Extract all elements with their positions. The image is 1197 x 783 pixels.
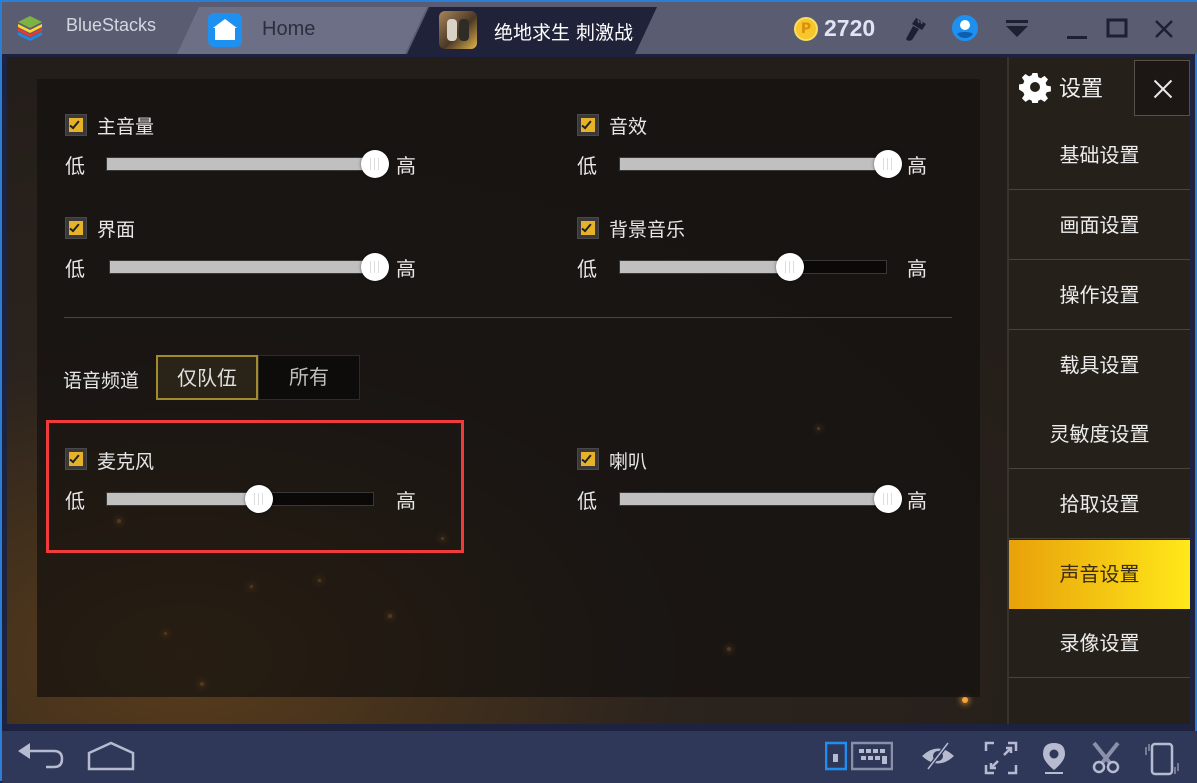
coin-count[interactable]: 2720 — [824, 15, 875, 42]
sfx-low-label: 低 — [577, 154, 597, 178]
master-high-label: 高 — [396, 154, 416, 178]
game-icon — [439, 11, 477, 49]
voice-channel-label: 语音频道 — [63, 370, 140, 392]
close-icon[interactable] — [1149, 14, 1179, 44]
close-settings-button[interactable] — [1134, 60, 1190, 116]
bgm-low-label: 低 — [577, 257, 597, 281]
slider-thumb[interactable] — [361, 150, 389, 178]
sfx-label: 音效 — [609, 116, 648, 138]
sidebar-item-sensitivity[interactable]: 灵敏度设置 — [1009, 400, 1190, 469]
slider-fill — [620, 261, 791, 273]
speaker-low-label: 低 — [577, 489, 597, 513]
sidebar-item-graphics[interactable]: 画面设置 — [1009, 191, 1190, 260]
speaker-label: 喇叭 — [609, 451, 648, 473]
slider-fill — [620, 158, 888, 170]
settings-title-text: 设置 — [1059, 77, 1104, 102]
speaker-slider[interactable] — [619, 485, 902, 513]
sidebar-item-vehicle[interactable]: 载具设置 — [1009, 331, 1190, 400]
keyboard-toggle-icon[interactable] — [825, 741, 847, 771]
sidebar-item-sound[interactable]: 声音设置 — [1009, 540, 1190, 609]
bgm-slider[interactable] — [619, 253, 887, 281]
section-divider — [64, 317, 952, 318]
bottom-toolbar — [2, 731, 1197, 783]
speaker-checkbox[interactable] — [577, 448, 599, 470]
user-icon[interactable] — [952, 15, 978, 41]
sfx-slider[interactable] — [619, 150, 902, 178]
rotate-device-icon[interactable] — [1142, 741, 1182, 777]
microphone-highlight-box — [46, 420, 464, 553]
voice-channel-all-button[interactable]: 所有 — [258, 355, 360, 400]
location-icon[interactable] — [1040, 741, 1068, 775]
android-home-icon[interactable] — [87, 741, 135, 773]
fullscreen-icon[interactable] — [984, 741, 1018, 775]
sidebar-item-pickup[interactable]: 拾取设置 — [1009, 470, 1190, 539]
sidebar-item-basic[interactable]: 基础设置 — [1009, 121, 1190, 190]
settings-sidebar: 设置 基础设置 画面设置 操作设置 载具设置 灵敏度设置 拾取设置 声音设置 录… — [1007, 57, 1190, 724]
slider-fill — [107, 158, 375, 170]
bluestacks-logo-icon — [18, 16, 42, 41]
sidebar-item-replay[interactable]: 录像设置 — [1009, 609, 1190, 678]
coin-icon: P — [794, 17, 818, 41]
ui-sound-slider[interactable] — [109, 253, 389, 281]
minimize-icon[interactable] — [1062, 14, 1092, 44]
home-tab-icon — [208, 13, 242, 47]
master-volume-slider[interactable] — [106, 150, 389, 178]
master-low-label: 低 — [65, 154, 85, 178]
slider-fill — [620, 493, 888, 505]
ui-low-label: 低 — [65, 257, 85, 281]
maximize-icon[interactable] — [1102, 14, 1132, 44]
keymap-icon[interactable] — [851, 741, 893, 771]
sfx-checkbox[interactable] — [577, 114, 599, 136]
slider-fill — [110, 261, 375, 273]
brush-icon[interactable] — [900, 14, 930, 44]
game-viewport: 主音量 低 高 音效 低 高 界面 低 高 背景音乐 低 高 语音频道 仅队伍 … — [7, 57, 1190, 724]
slider-thumb[interactable] — [874, 485, 902, 513]
bgm-high-label: 高 — [907, 257, 927, 281]
gear-icon — [1019, 73, 1051, 103]
master-volume-label: 主音量 — [97, 116, 155, 138]
tab-game-label[interactable]: 绝地求生 刺激战场 — [494, 18, 634, 45]
sfx-high-label: 高 — [907, 154, 927, 178]
voice-channel-team-only-button[interactable]: 仅队伍 — [156, 355, 258, 400]
slider-thumb[interactable] — [874, 150, 902, 178]
slider-thumb[interactable] — [361, 253, 389, 281]
back-icon[interactable] — [16, 741, 66, 773]
master-volume-checkbox[interactable] — [65, 114, 87, 136]
bgm-checkbox[interactable] — [577, 217, 599, 239]
bgm-label: 背景音乐 — [609, 219, 686, 241]
ui-sound-label: 界面 — [97, 219, 136, 241]
ember-particle — [962, 697, 968, 703]
ui-high-label: 高 — [396, 257, 416, 281]
speaker-high-label: 高 — [907, 489, 927, 513]
hide-icon[interactable] — [920, 741, 956, 771]
tab-home-label[interactable]: Home — [262, 18, 315, 41]
ui-sound-checkbox[interactable] — [65, 217, 87, 239]
bluestacks-window: BlueStacks Home 绝地求生 刺激战场 P 2720 — [0, 0, 1197, 783]
screenshot-scissors-icon[interactable] — [1090, 741, 1122, 775]
app-name: BlueStacks — [66, 15, 157, 35]
settings-title: 设置 — [1019, 71, 1103, 103]
menu-icon[interactable] — [1002, 14, 1032, 44]
sidebar-item-controls[interactable]: 操作设置 — [1009, 261, 1190, 330]
title-bar: BlueStacks Home 绝地求生 刺激战场 P 2720 — [2, 2, 1197, 54]
